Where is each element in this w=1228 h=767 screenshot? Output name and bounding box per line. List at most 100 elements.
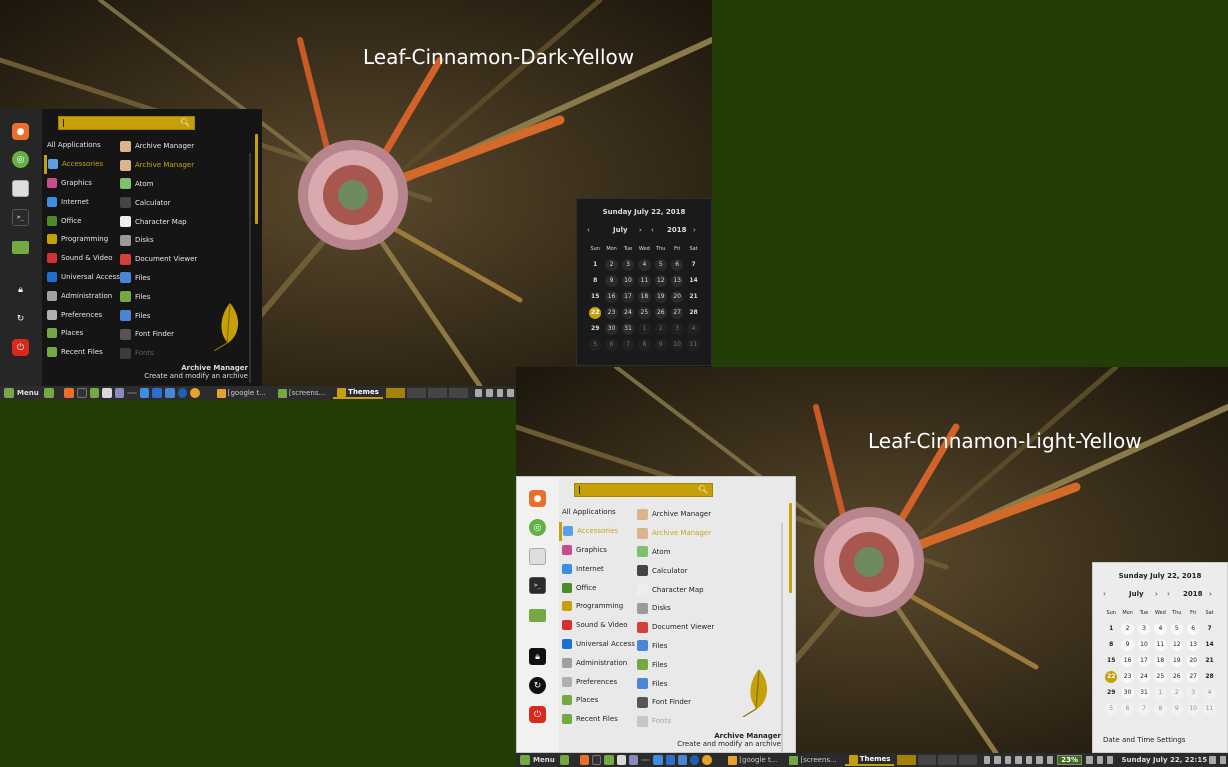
category-places[interactable]: Places (559, 691, 633, 710)
chromium-icon[interactable]: ◎ (12, 151, 29, 168)
calendar-day[interactable]: 26 (654, 307, 667, 319)
shield-launcher-icon[interactable] (165, 388, 175, 398)
calendar-day[interactable]: 7 (1137, 703, 1151, 715)
prev-month-icon[interactable]: ‹ (1103, 590, 1106, 598)
search-input[interactable]: 🔍︎ (574, 483, 713, 497)
workspace-1[interactable] (897, 755, 916, 765)
category-administration[interactable]: Administration (44, 286, 114, 305)
calendar-day[interactable]: 18 (638, 291, 651, 303)
calendar-day[interactable]: 17 (621, 291, 635, 303)
window-list-icon[interactable] (1209, 756, 1216, 764)
calendar-day[interactable]: 29 (589, 323, 601, 335)
calendar-day[interactable]: 4 (1154, 623, 1167, 635)
firefox-launcher-icon[interactable] (64, 388, 74, 398)
workspace-2[interactable] (407, 388, 427, 398)
calendar-day[interactable]: 1 (1154, 687, 1167, 699)
prev-year-icon[interactable]: ‹ (651, 226, 654, 234)
app-item-archive-manager[interactable]: Archive Manager (637, 524, 782, 543)
app-item-document-viewer[interactable]: Document Viewer (120, 250, 250, 269)
category-office[interactable]: Office (559, 578, 633, 597)
taskbar-window-google[interactable]: [google t... (213, 387, 270, 399)
calendar-day[interactable]: 24 (621, 307, 635, 319)
bluetooth-icon[interactable] (1106, 756, 1114, 764)
app-item-character-map[interactable]: Character Map (120, 212, 250, 231)
text-editor-launcher-icon[interactable] (102, 388, 112, 398)
calendar-day[interactable]: 12 (1170, 639, 1183, 651)
app-item-files[interactable]: Files (120, 269, 250, 288)
calendar-day[interactable]: 23 (605, 307, 618, 319)
network-icon[interactable] (1025, 756, 1033, 764)
calendar-day[interactable]: 27 (1186, 671, 1200, 683)
panel-clock[interactable]: Sunday July 22, 22:15 (1121, 756, 1207, 764)
firefox-icon[interactable]: ● (529, 490, 546, 507)
calendar-day[interactable]: 1 (589, 259, 601, 271)
terminal-launcher-icon[interactable] (592, 755, 602, 765)
category-graphics[interactable]: Graphics (44, 174, 114, 193)
category-preferences[interactable]: Preferences (559, 672, 633, 691)
calculator-launcher-icon[interactable] (114, 388, 125, 398)
logout-icon[interactable]: ↻ (529, 677, 546, 694)
calendar-day[interactable]: 17 (1137, 655, 1151, 667)
calendar-day[interactable]: 14 (1203, 639, 1215, 651)
settings-icon[interactable] (529, 548, 546, 565)
search-input[interactable]: 🔍︎ (58, 116, 195, 130)
calendar-day[interactable]: 4 (687, 323, 700, 335)
calendar-day[interactable]: 10 (621, 275, 635, 287)
chrome-launcher-icon[interactable] (190, 388, 200, 398)
calendar-day[interactable]: 5 (1170, 623, 1183, 635)
calendar-day[interactable]: 5 (654, 259, 667, 271)
taskbar-window-screenshots[interactable]: [screens... (274, 387, 329, 399)
calendar-day[interactable]: 6 (1186, 623, 1200, 635)
calendar-day[interactable]: 8 (1105, 639, 1117, 651)
wifi-icon[interactable] (507, 389, 514, 397)
update-launcher-icon[interactable] (177, 388, 188, 398)
calendar-day[interactable]: 20 (670, 291, 684, 303)
volume-icon[interactable] (1036, 756, 1043, 764)
calendar-day[interactable]: 2 (654, 323, 667, 335)
calendar-day[interactable]: 10 (1186, 703, 1200, 715)
app-item-calculator[interactable]: Calculator (637, 561, 782, 580)
app-item-files[interactable]: Files (637, 637, 782, 656)
taskbar-window-google[interactable]: [google t... (724, 754, 781, 766)
calendar-day[interactable]: 2 (1121, 623, 1134, 635)
category-programming[interactable]: Programming (44, 230, 114, 249)
calendar-day[interactable]: 21 (687, 291, 699, 303)
chromium-icon[interactable]: ◎ (529, 519, 546, 536)
wifi-icon[interactable] (1015, 756, 1022, 764)
category-internet[interactable]: Internet (44, 192, 114, 211)
settings-icon[interactable] (12, 180, 29, 197)
category-sound-and-video[interactable]: Sound & Video (559, 616, 633, 635)
calendar-day[interactable]: 5 (1105, 703, 1118, 715)
app-item-disks[interactable]: Disks (120, 231, 250, 250)
calendar-day[interactable]: 3 (1186, 687, 1200, 699)
calendar-day[interactable]: 11 (1203, 703, 1216, 715)
workspace-3[interactable] (428, 388, 448, 398)
calendar-day[interactable]: 18 (1154, 655, 1167, 667)
calendar-day[interactable]: 7 (1203, 623, 1215, 635)
calendar-day[interactable]: 31 (621, 323, 635, 335)
app-item-archive-manager[interactable]: Archive Manager (120, 137, 250, 156)
folder-icon[interactable] (529, 609, 546, 622)
logout-icon[interactable]: ↻ (12, 310, 29, 327)
terminal-icon[interactable]: >_ (12, 209, 29, 226)
chrome-launcher-icon[interactable] (702, 755, 712, 765)
show-desktop-icon[interactable] (44, 388, 54, 398)
calendar-day[interactable]: 12 (654, 275, 667, 287)
location-icon[interactable] (1096, 756, 1103, 764)
calendar-day[interactable]: 7 (687, 259, 699, 271)
workspace-2[interactable] (917, 755, 937, 765)
calendar-day[interactable]: 11 (687, 339, 700, 351)
calendar-day[interactable]: 24 (1137, 671, 1151, 683)
terminal-launcher-icon[interactable] (76, 388, 87, 398)
settings-launcher-icon[interactable] (152, 388, 162, 398)
app-item-character-map[interactable]: Character Map (637, 580, 782, 599)
calendar-day[interactable]: 9 (605, 275, 618, 287)
app-item-calculator[interactable]: Calculator (120, 193, 250, 212)
calendar-day[interactable]: 10 (1137, 639, 1151, 651)
calendar-day[interactable]: 13 (670, 275, 684, 287)
category-all-applications[interactable]: All Applications (44, 136, 114, 155)
calendar-day[interactable]: 9 (1121, 639, 1134, 651)
calendar-day[interactable]: 25 (1154, 671, 1167, 683)
files-launcher-icon[interactable] (604, 755, 614, 765)
calendar-day[interactable]: 29 (1105, 687, 1117, 699)
